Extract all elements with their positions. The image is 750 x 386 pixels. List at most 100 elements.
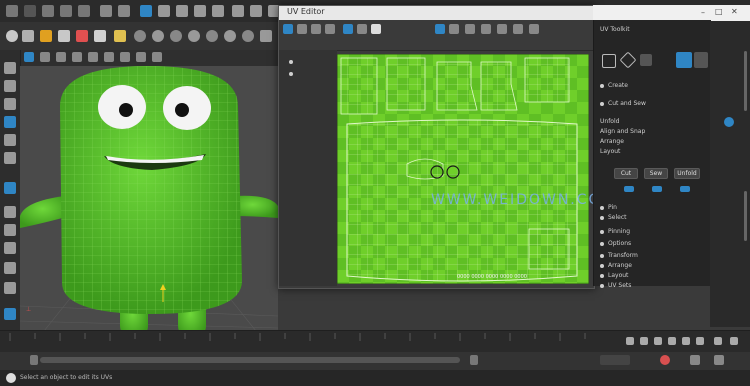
list-item[interactable]: Arrange <box>608 262 632 269</box>
cluster-icon[interactable] <box>76 30 88 42</box>
select-tool-icon[interactable] <box>4 62 16 74</box>
menu-icon[interactable] <box>6 5 18 17</box>
bezier-tool-icon[interactable] <box>22 30 34 42</box>
list-item[interactable]: UV Sets <box>608 282 631 289</box>
uv-editor-window[interactable]: UV Editor 0000 0000 0000 0000 0000 WWW.W… <box>278 5 614 289</box>
cube-shape-icon[interactable] <box>640 54 652 66</box>
render-icon[interactable] <box>232 5 244 17</box>
list-item[interactable]: Options <box>608 240 631 247</box>
snap-point-icon[interactable] <box>212 5 224 17</box>
cone-icon[interactable] <box>170 30 182 42</box>
lights-icon[interactable] <box>88 52 98 62</box>
list-item[interactable]: Pin <box>608 204 617 211</box>
undo-icon[interactable] <box>100 5 112 17</box>
uv-scale-icon[interactable] <box>325 24 335 34</box>
fps-dropdown[interactable] <box>600 355 630 365</box>
uv-editor-titlebar[interactable]: UV Editor <box>279 6 594 20</box>
wireframe-icon[interactable] <box>40 52 50 62</box>
play-back-icon[interactable] <box>654 337 662 345</box>
sew-button[interactable]: Sew <box>644 168 668 179</box>
scale-tool-icon[interactable] <box>4 152 16 164</box>
diamond-shape-icon[interactable] <box>619 51 637 69</box>
3d-viewport[interactable]: ⊥ <box>20 66 278 336</box>
bend-icon[interactable] <box>94 30 106 42</box>
script-editor-icon[interactable] <box>4 308 16 320</box>
radio-option[interactable] <box>600 84 604 88</box>
maximize-icon[interactable]: □ <box>715 7 723 16</box>
side-by-side-icon[interactable] <box>4 224 16 236</box>
redo-icon[interactable] <box>118 5 130 17</box>
uv-snapshot-icon[interactable] <box>481 24 491 34</box>
uv-shade-icon[interactable] <box>357 24 367 34</box>
helix-icon[interactable] <box>242 30 254 42</box>
uv-dim-icon[interactable] <box>465 24 475 34</box>
square-shape-icon[interactable] <box>602 54 616 68</box>
list-item[interactable]: Pinning <box>608 228 630 235</box>
close-icon[interactable]: ✕ <box>731 7 738 16</box>
uv-rotate-icon[interactable] <box>311 24 321 34</box>
uv-grid-icon[interactable] <box>343 24 353 34</box>
select-mode-icon[interactable] <box>140 5 152 17</box>
range-bar[interactable] <box>40 357 460 363</box>
align-right-icon[interactable] <box>680 186 690 192</box>
shield-icon[interactable] <box>724 117 734 127</box>
uv-distortion-icon[interactable] <box>497 24 507 34</box>
xray-icon[interactable] <box>136 52 146 62</box>
paint-select-icon[interactable] <box>4 98 16 110</box>
uv-grid-mode-icon[interactable] <box>694 52 708 68</box>
torus-icon[interactable] <box>152 30 164 42</box>
snap-curve-icon[interactable] <box>194 5 206 17</box>
uv-settings-icon[interactable] <box>529 24 539 34</box>
single-view-icon[interactable] <box>4 182 16 194</box>
search-icon[interactable] <box>4 282 16 294</box>
list-item[interactable]: Layout <box>608 272 628 279</box>
timeline[interactable] <box>0 330 750 353</box>
snap-grid-icon[interactable] <box>176 5 188 17</box>
list-item[interactable]: Transform <box>608 252 638 259</box>
layout-icon[interactable] <box>24 5 36 17</box>
uv-filter-icon[interactable] <box>449 24 459 34</box>
uv-shell-icon[interactable] <box>676 52 692 68</box>
component-mode-icon[interactable] <box>158 5 170 17</box>
uv-border-icon[interactable] <box>513 24 523 34</box>
new-scene-icon[interactable] <box>42 5 54 17</box>
range-start-handle[interactable] <box>30 355 38 365</box>
isolate-icon[interactable] <box>120 52 130 62</box>
camera-icon[interactable] <box>24 52 34 62</box>
minimize-icon[interactable]: – <box>701 8 705 17</box>
deform-icon[interactable] <box>58 30 70 42</box>
tab-strip[interactable] <box>744 191 747 241</box>
uv-move-icon[interactable] <box>297 24 307 34</box>
align-center-icon[interactable] <box>652 186 662 192</box>
go-start-icon[interactable] <box>626 337 634 345</box>
shadows-icon[interactable] <box>104 52 114 62</box>
outliner-icon[interactable] <box>4 242 16 254</box>
save-scene-icon[interactable] <box>78 5 90 17</box>
anim-prefs-icon[interactable] <box>714 355 724 365</box>
range-slider[interactable] <box>0 352 750 370</box>
uv-image-icon[interactable] <box>435 24 445 34</box>
align-left-icon[interactable] <box>624 186 634 192</box>
help-icon[interactable] <box>6 373 16 383</box>
list-item[interactable]: Select <box>608 214 627 221</box>
character-set-icon[interactable] <box>690 355 700 365</box>
pipe-icon[interactable] <box>224 30 236 42</box>
platonic-icon[interactable] <box>260 30 272 42</box>
plane-icon[interactable] <box>206 30 218 42</box>
four-view-icon[interactable] <box>4 206 16 218</box>
grid-icon[interactable] <box>152 52 162 62</box>
shaded-icon[interactable] <box>56 52 66 62</box>
step-forward-icon[interactable] <box>682 337 690 345</box>
range-end-handle[interactable] <box>470 355 478 365</box>
unfold-button[interactable]: Unfold <box>674 168 700 179</box>
open-scene-icon[interactable] <box>60 5 72 17</box>
cut-button[interactable]: Cut <box>614 168 638 179</box>
sphere-icon[interactable] <box>134 30 146 42</box>
ipr-render-icon[interactable] <box>250 5 262 17</box>
sound-icon[interactable] <box>730 337 738 345</box>
radio-option[interactable] <box>600 102 604 106</box>
curve-tool-icon[interactable] <box>6 30 18 42</box>
move-tool-icon[interactable] <box>4 116 16 128</box>
auto-key-icon[interactable] <box>660 355 670 365</box>
lasso-tool-icon[interactable] <box>4 80 16 92</box>
